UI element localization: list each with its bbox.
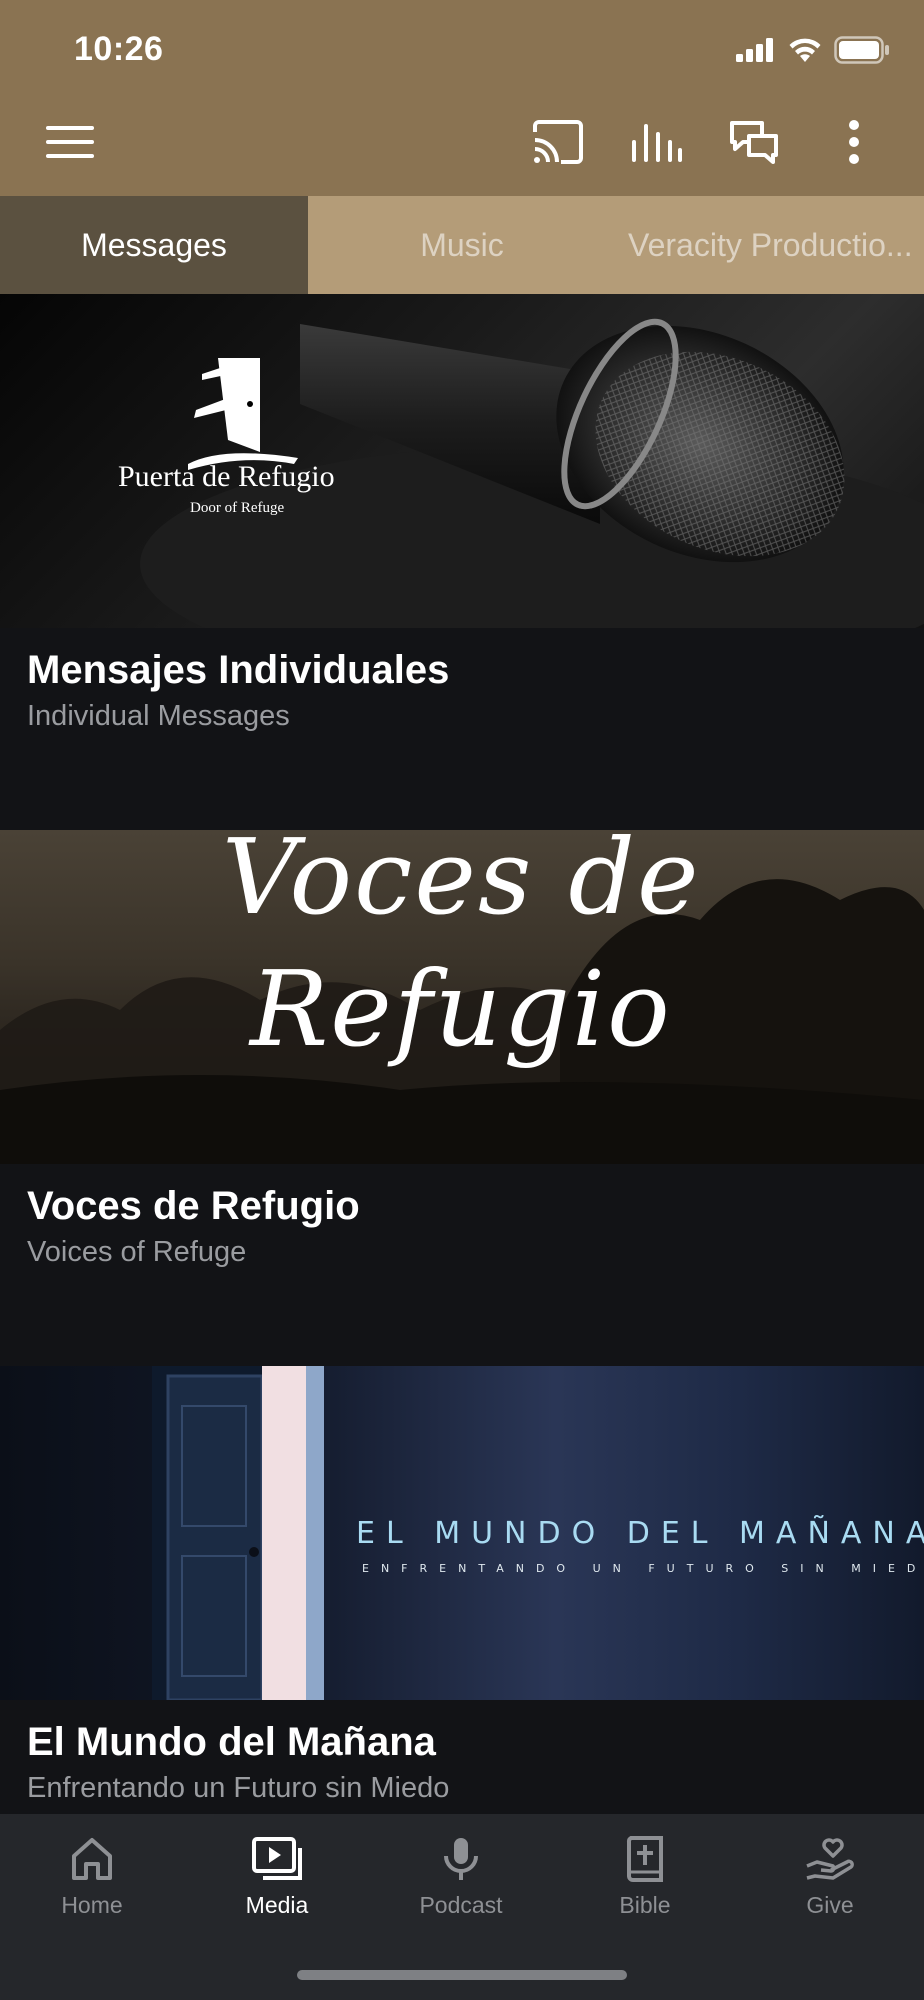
battery-icon [834,36,889,64]
nav-label: Give [806,1892,854,1918]
nav-podcast[interactable]: Podcast [386,1836,536,1919]
cast-icon [533,120,583,164]
series-card-el-mundo-del-manana[interactable]: EL MUNDO DEL MAÑANA ENFRENTANDO UN FUTUR… [0,1366,924,1814]
bottom-navigation: Home Media Podcast Bible Give [0,1814,924,2000]
image-title-line1: Voces de [222,830,701,938]
more-button[interactable] [824,112,884,172]
status-time: 10:26 [74,30,164,68]
microphone-icon [444,1838,478,1880]
series-image: Puerta de Refugio Door of Refuge [0,294,924,628]
home-indicator[interactable] [297,1970,627,1980]
nav-label: Home [61,1892,123,1918]
nav-home[interactable]: Home [17,1836,167,1919]
cast-button[interactable] [528,112,588,172]
card-subtitle: Voices of Refuge [27,1236,247,1268]
nav-media[interactable]: Media [202,1836,352,1919]
chat-icon [730,121,778,164]
audio-button[interactable] [626,112,686,172]
menu-icon [46,126,94,158]
tab-music[interactable]: Music [308,196,616,294]
image-title: EL MUNDO DEL MAÑANA [356,1516,924,1551]
card-subtitle: Individual Messages [27,700,290,732]
door-logo-icon [188,358,298,470]
series-image: EL MUNDO DEL MAÑANA ENFRENTANDO UN FUTUR… [0,1366,924,1700]
card-subtitle: Enfrentando un Futuro sin Miedo [27,1772,450,1804]
series-image: Voces de Refugio [0,830,924,1164]
nav-label: Podcast [419,1892,503,1918]
series-card-voces-de-refugio[interactable]: Voces de Refugio Voces de Refugio Voices… [0,830,924,1366]
logo-subtext: Door of Refuge [190,500,285,516]
media-icon [252,1837,302,1880]
home-icon [72,1838,112,1880]
more-vertical-icon [849,120,859,164]
app-header: 10:26 [0,0,924,196]
bible-icon [626,1836,663,1882]
nav-label: Bible [619,1892,671,1918]
tab-messages[interactable]: Messages [0,196,308,294]
image-subtitle: ENFRENTANDO UN FUTURO SIN MIEDO [362,1562,924,1575]
menu-button[interactable] [40,112,100,172]
nav-label: Media [245,1892,309,1918]
status-icons [736,36,890,64]
audio-bars-icon [632,124,682,162]
image-title-line2: Refugio [250,948,672,1070]
give-icon [806,1838,854,1880]
card-title: El Mundo del Mañana [27,1720,436,1764]
card-title: Voces de Refugio [27,1184,360,1228]
nav-give[interactable]: Give [755,1836,905,1919]
chat-button[interactable] [724,112,784,172]
series-card-mensajes-individuales[interactable]: Puerta de Refugio Door of Refuge Mensaje… [0,294,924,830]
logo-text: Puerta de Refugio [118,460,335,493]
wifi-icon [789,38,821,62]
signal-icon [736,38,773,62]
card-title: Mensajes Individuales [27,648,450,692]
media-tabs: Messages Music Veracity Productio... [0,196,924,294]
nav-bible[interactable]: Bible [570,1836,720,1919]
tab-veracity-productions[interactable]: Veracity Productio... [616,196,924,294]
